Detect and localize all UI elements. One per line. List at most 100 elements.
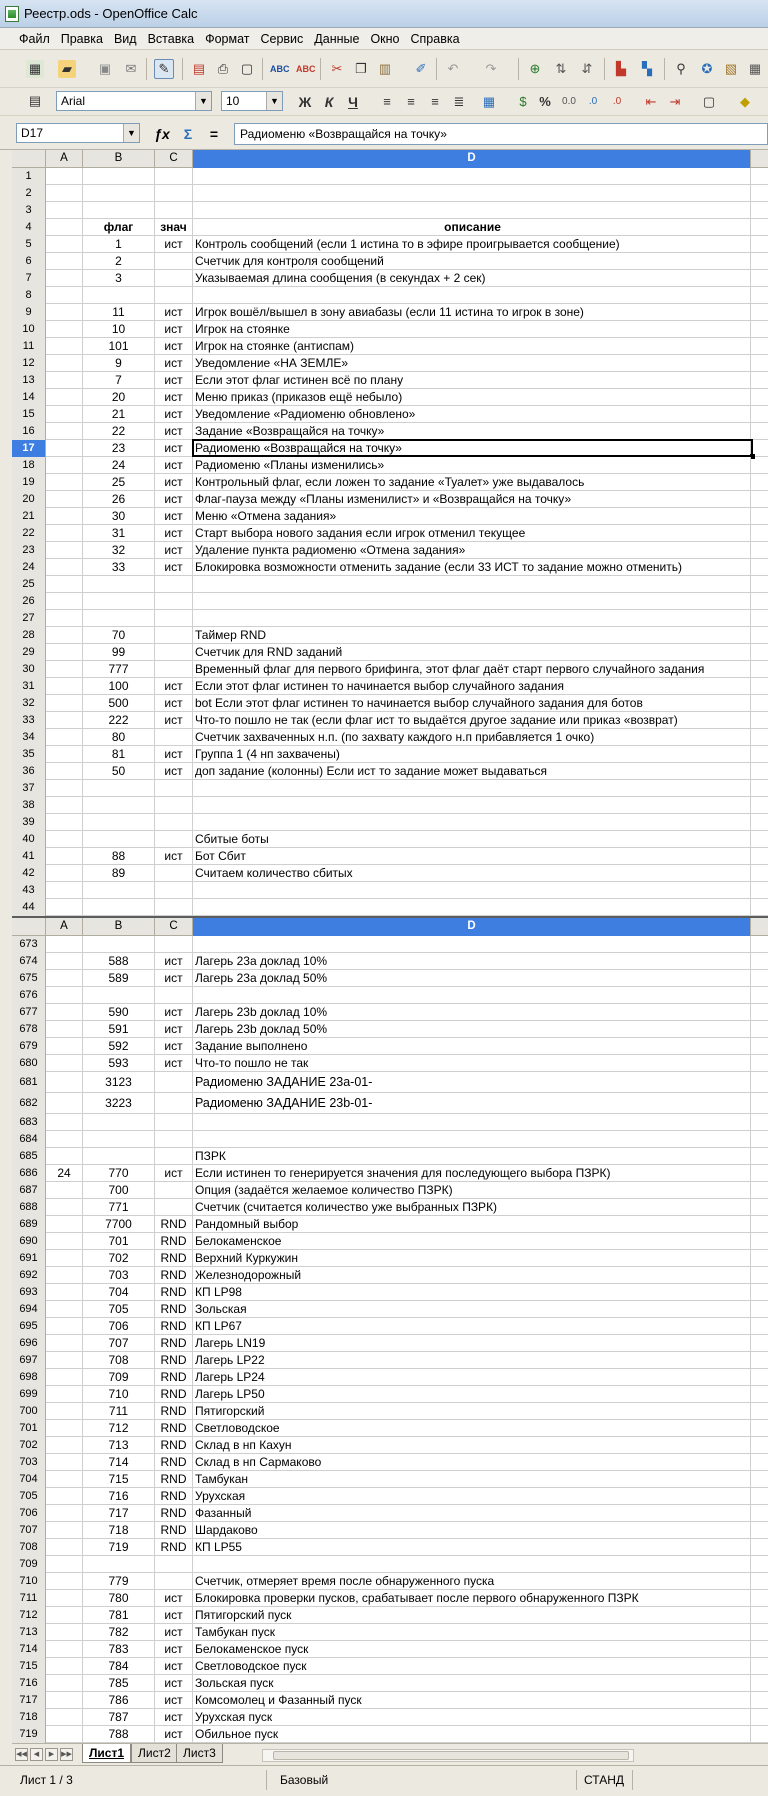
cell-b[interactable]: 701 [83, 1233, 155, 1250]
column-header-b[interactable]: B [83, 918, 155, 936]
cell-d[interactable]: доп задание (колонны) Если ист то задани… [193, 763, 751, 780]
cell-b[interactable]: 81 [83, 746, 155, 763]
cell-a[interactable] [46, 814, 83, 831]
cell-c[interactable]: ист [155, 355, 193, 372]
cell-c[interactable] [155, 1573, 193, 1590]
row-header[interactable]: 707 [12, 1522, 46, 1539]
cell-a[interactable] [46, 610, 83, 627]
equals-icon[interactable]: = [204, 125, 224, 143]
cell-b[interactable] [83, 610, 155, 627]
row-header[interactable]: 34 [12, 729, 46, 746]
row-header[interactable]: 700 [12, 1403, 46, 1420]
cell-d[interactable]: Контроль сообщений (если 1 истина то в э… [193, 236, 751, 253]
row-header[interactable]: 715 [12, 1658, 46, 1675]
cell-d[interactable]: Контрольный флаг, если ложен то задание … [193, 474, 751, 491]
cell-b[interactable]: 9 [83, 355, 155, 372]
navigator-icon[interactable]: ✪ [698, 60, 716, 78]
menu-item[interactable]: Правка [57, 28, 107, 46]
cell-a[interactable] [46, 1131, 83, 1148]
cell-a[interactable] [46, 236, 83, 253]
cell-a[interactable] [46, 1267, 83, 1284]
cell-d[interactable]: Временный флаг для первого брифинга, это… [193, 661, 751, 678]
cell-a[interactable] [46, 644, 83, 661]
row-header[interactable]: 20 [12, 491, 46, 508]
cell-b[interactable] [83, 814, 155, 831]
cell-c[interactable]: RND [155, 1369, 193, 1386]
cell-c[interactable]: ист [155, 1709, 193, 1726]
cell-c[interactable]: RND [155, 1233, 193, 1250]
menu-item[interactable]: Окно [366, 28, 403, 46]
cell-d[interactable]: КП LP67 [193, 1318, 751, 1335]
number-format-icon[interactable]: 0.0 [560, 93, 578, 111]
cell-b[interactable]: 777 [83, 661, 155, 678]
cell-a[interactable] [46, 372, 83, 389]
cell-d[interactable]: Лагерь 23b доклад 50% [193, 1021, 751, 1038]
cell-b[interactable]: 770 [83, 1165, 155, 1182]
cell-a[interactable] [46, 1055, 83, 1072]
cell-b[interactable]: 710 [83, 1386, 155, 1403]
row-header[interactable]: 702 [12, 1437, 46, 1454]
cell-c[interactable]: ист [155, 304, 193, 321]
row-header[interactable]: 38 [12, 797, 46, 814]
cell-d[interactable]: Блокировка проверки пусков, срабатывает … [193, 1590, 751, 1607]
cell-b[interactable]: 588 [83, 953, 155, 970]
cell-b[interactable]: 715 [83, 1471, 155, 1488]
cell-d[interactable]: Радиоменю «Возвращайся на точку» [193, 440, 751, 457]
cell-a[interactable] [46, 970, 83, 987]
cell-c[interactable] [155, 185, 193, 202]
row-header[interactable]: 681 [12, 1072, 46, 1093]
cell-c[interactable]: ист [155, 848, 193, 865]
cell-c[interactable]: RND [155, 1403, 193, 1420]
cell-d[interactable]: Железнодорожный [193, 1267, 751, 1284]
cell-c[interactable]: ист [155, 1021, 193, 1038]
formula-input[interactable]: Радиоменю «Возвращайся на точку» [234, 123, 768, 145]
cell-d[interactable]: Опция (задаётся желаемое количество ПЗРК… [193, 1182, 751, 1199]
cell-b[interactable]: 25 [83, 474, 155, 491]
cell-a[interactable] [46, 729, 83, 746]
cell-b[interactable]: 80 [83, 729, 155, 746]
cell-b[interactable]: 714 [83, 1454, 155, 1471]
cell-b[interactable]: 591 [83, 1021, 155, 1038]
cell-c[interactable]: RND [155, 1250, 193, 1267]
cell-b[interactable]: 707 [83, 1335, 155, 1352]
align-center-icon[interactable]: ≡ [402, 93, 420, 111]
cell-a[interactable] [46, 270, 83, 287]
cell-a[interactable] [46, 678, 83, 695]
menu-item[interactable]: Файл [15, 28, 54, 46]
cell-b[interactable] [83, 899, 155, 916]
cell-a[interactable] [46, 1709, 83, 1726]
row-header[interactable]: 697 [12, 1352, 46, 1369]
row-header[interactable]: 709 [12, 1556, 46, 1573]
cell-b[interactable]: 70 [83, 627, 155, 644]
cell-b[interactable] [83, 1148, 155, 1165]
cell-d[interactable]: Верхний Куркужин [193, 1250, 751, 1267]
cell-a[interactable] [46, 1692, 83, 1709]
cell-c[interactable]: ист [155, 1004, 193, 1021]
cell-d[interactable]: Счетчик для RND заданий [193, 644, 751, 661]
cell-c[interactable]: ист [155, 1675, 193, 1692]
cell-a[interactable] [46, 1590, 83, 1607]
cell-a[interactable] [46, 168, 83, 185]
cell-a[interactable] [46, 508, 83, 525]
cell-b[interactable]: 783 [83, 1641, 155, 1658]
cell-c[interactable]: RND [155, 1386, 193, 1403]
cell-a[interactable] [46, 763, 83, 780]
row-header[interactable]: 679 [12, 1038, 46, 1055]
cell-c[interactable] [155, 644, 193, 661]
cell-a[interactable] [46, 1352, 83, 1369]
cell-d[interactable]: Урухская [193, 1488, 751, 1505]
row-header[interactable]: 712 [12, 1607, 46, 1624]
row-header[interactable]: 1 [12, 168, 46, 185]
corner-select-all[interactable] [12, 918, 46, 936]
cell-b[interactable]: 716 [83, 1488, 155, 1505]
cell-c[interactable]: RND [155, 1352, 193, 1369]
row-header[interactable]: 678 [12, 1021, 46, 1038]
cell-b[interactable]: 500 [83, 695, 155, 712]
cell-a[interactable] [46, 576, 83, 593]
cell-c[interactable]: ист [155, 372, 193, 389]
cell-d[interactable] [193, 1114, 751, 1131]
autospellcheck-icon[interactable]: ABC [296, 60, 316, 78]
cell-b[interactable]: 709 [83, 1369, 155, 1386]
cell-b[interactable]: 590 [83, 1004, 155, 1021]
cell-a[interactable] [46, 304, 83, 321]
